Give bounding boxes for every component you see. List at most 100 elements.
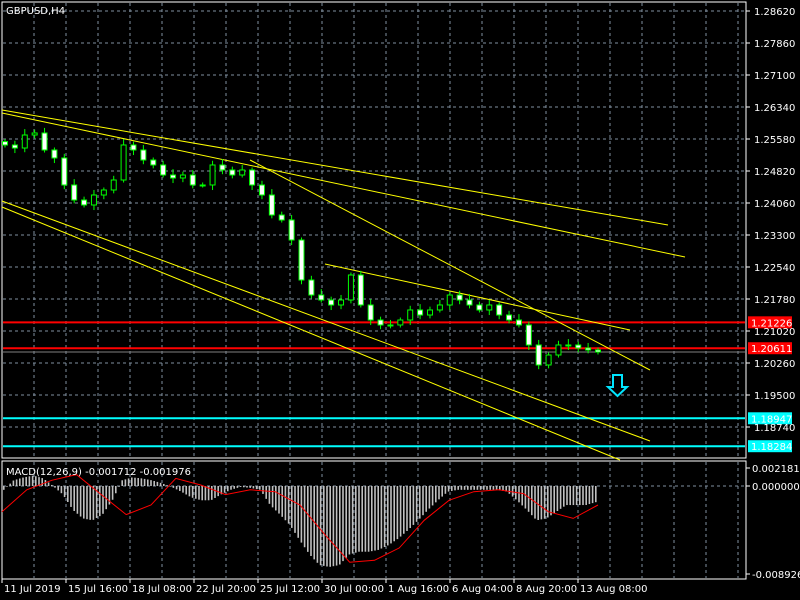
macd-histogram-bar — [233, 486, 235, 489]
macd-histogram-bar — [342, 486, 344, 562]
time-tick-label: 25 Jul 12:00 — [260, 584, 320, 595]
macd-histogram-bar — [511, 486, 514, 497]
macd-histogram-bar — [230, 486, 232, 490]
main-chart-frame — [1, 1, 747, 459]
macd-histogram-bar — [595, 486, 597, 503]
macd-histogram-bar — [223, 486, 226, 493]
candle-body — [288, 219, 295, 241]
macd-histogram-bar — [463, 486, 466, 490]
candle-body — [565, 344, 572, 347]
candle-body — [318, 294, 325, 301]
candle-body — [11, 144, 18, 149]
macd-histogram-bar — [134, 477, 136, 486]
macd-histogram-bar — [393, 486, 395, 542]
macd-histogram-bar — [364, 486, 367, 552]
macd-histogram-bar — [348, 486, 351, 555]
macd-histogram-bar — [435, 486, 437, 503]
macd-panel-frame — [1, 460, 747, 580]
macd-histogram-bar — [275, 486, 277, 511]
macd-histogram-bar — [332, 486, 335, 567]
candle-body — [585, 347, 592, 351]
level-price-label: 1.20611 — [751, 344, 792, 355]
macd-histogram-bar — [323, 486, 325, 566]
trading-chart[interactable]: 1.212261.206111.189471.18284 1.28620 1.27… — [0, 0, 800, 600]
price-axis: 1.28620 1.27860 1.27100 1.26340 1.25580 1.248… — [746, 7, 800, 581]
macd-histogram-bar — [527, 486, 530, 512]
macd-histogram-bar — [521, 486, 523, 506]
macd-histogram-bar — [406, 486, 408, 531]
price-tick-label: 1.27860 — [754, 39, 795, 50]
macd-histogram-bar — [281, 486, 283, 517]
candle-body — [120, 144, 127, 181]
macd-histogram-bar — [268, 486, 271, 504]
macd-histogram-bar — [588, 486, 591, 505]
chart-title: GBPUSD,H4 — [6, 6, 65, 17]
macd-histogram-bar — [374, 486, 376, 551]
macd-histogram-bar — [367, 486, 370, 552]
macd-histogram-bar — [409, 486, 411, 529]
macd-histogram-bar — [54, 486, 56, 488]
trendline[interactable] — [1, 112, 686, 258]
horizontal-levels[interactable]: 1.212261.206111.189471.18284 — [3, 316, 792, 453]
macd-histogram-bar — [124, 479, 127, 486]
candle-body — [387, 324, 394, 327]
macd-histogram-bar — [131, 477, 133, 486]
macd-histogram-bar — [383, 486, 386, 547]
macd-histogram-bar — [127, 478, 130, 486]
candle-body — [209, 164, 216, 186]
candle-body — [170, 174, 177, 179]
time-tick-label: 6 Aug 04:00 — [452, 584, 513, 595]
macd-histogram-bar — [518, 486, 520, 503]
candle-body — [525, 324, 532, 346]
macd-histogram-bar — [422, 486, 424, 516]
macd-histogram-bar — [425, 486, 427, 512]
macd-histogram-bar — [182, 486, 184, 493]
macd-histogram-bar — [467, 486, 469, 490]
macd-histogram-bar — [585, 486, 587, 505]
macd-histogram-bar — [361, 486, 363, 552]
price-tick-label: 1.28620 — [754, 7, 795, 18]
trendlines[interactable] — [1, 109, 686, 461]
macd-histogram-bar — [204, 486, 207, 501]
macd-histogram-bar — [111, 486, 114, 500]
macd-histogram-bar — [451, 486, 453, 491]
macd-histogram-bar — [25, 476, 27, 486]
trendline[interactable] — [1, 200, 651, 442]
macd-histogram-bar — [566, 486, 568, 506]
macd-histogram-bar — [428, 486, 431, 509]
candle-body — [328, 299, 335, 306]
macd-histogram-bar — [355, 486, 357, 553]
candle-body — [179, 174, 186, 179]
price-tick-label: 1.19500 — [754, 391, 795, 402]
price-tick-label: 1.21020 — [754, 327, 795, 338]
macd-histogram-bar — [15, 479, 18, 486]
level-price-label: 1.18284 — [751, 442, 792, 453]
macd-histogram-bar — [41, 478, 43, 486]
candle-body — [268, 194, 275, 216]
macd-histogram-bar — [358, 486, 360, 552]
price-tick-label: 1.21780 — [754, 295, 795, 306]
macd-histogram-bar — [255, 486, 258, 490]
macd-histogram-bar — [67, 486, 69, 502]
macd-histogram-bar — [412, 486, 415, 525]
macd-histogram-bar — [297, 486, 299, 538]
candle-body — [496, 304, 503, 316]
macd-histogram-bar — [473, 486, 475, 490]
price-tick-label: 1.24060 — [754, 199, 795, 210]
macd-histogram-bar — [73, 486, 75, 511]
trendline[interactable] — [1, 109, 669, 226]
macd-histogram-bar — [319, 486, 322, 566]
macd-histogram-bar — [287, 486, 290, 524]
macd-histogram-bar — [79, 486, 82, 517]
candle-body — [545, 354, 552, 366]
price-tick-label: 1.20260 — [754, 359, 795, 370]
candle-body — [308, 279, 315, 296]
candle-body — [476, 304, 483, 311]
candle-body — [239, 169, 246, 176]
candle-body — [347, 274, 354, 301]
macd-histogram-bar — [457, 486, 459, 490]
macd-histogram-bar — [303, 486, 306, 548]
down-arrow-icon[interactable] — [605, 374, 630, 398]
candle-body — [41, 132, 48, 151]
macd-histogram-bar — [396, 486, 399, 540]
